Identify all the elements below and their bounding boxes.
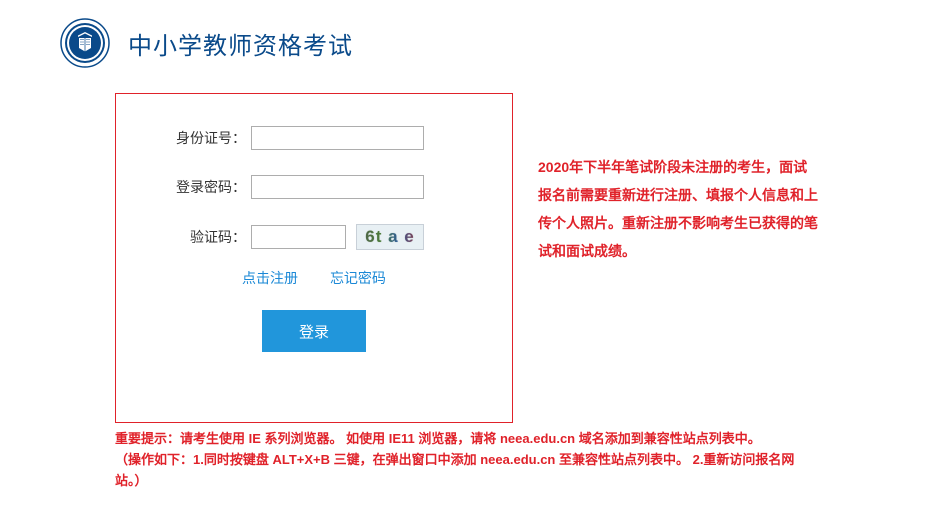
id-label: 身份证号： — [151, 128, 251, 148]
bottom-notice-line2: （操作如下：1.同时按键盘 ALT+X+B 三键，在弹出窗口中添加 neea.e… — [115, 450, 820, 492]
forgot-password-link[interactable]: 忘记密码 — [330, 270, 386, 286]
captcha-label: 验证码： — [151, 227, 251, 247]
captcha-text: 6t a e — [365, 227, 414, 247]
bottom-notice-line1: 重要提示：请考生使用 IE 系列浏览器。 如使用 IE11 浏览器，请将 nee… — [115, 429, 820, 450]
captcha-image[interactable]: 6t a e — [356, 224, 424, 250]
register-link[interactable]: 点击注册 — [242, 270, 298, 286]
site-logo-icon — [60, 18, 110, 68]
side-notice: 2020年下半年笔试阶段未注册的考生，面试报名前需要重新进行注册、填报个人信息和… — [538, 153, 818, 265]
password-input[interactable] — [251, 175, 424, 199]
login-button[interactable]: 登录 — [262, 310, 366, 352]
login-form: 身份证号： 登录密码： 验证码： 6t a e 点击注册 忘记密码 登录 — [115, 93, 513, 423]
captcha-input[interactable] — [251, 225, 346, 249]
id-input[interactable] — [251, 126, 424, 150]
page-title: 中小学教师资格考试 — [128, 26, 353, 61]
password-label: 登录密码： — [151, 177, 251, 197]
page-header: 中小学教师资格考试 — [0, 0, 935, 93]
bottom-notice: 重要提示：请考生使用 IE 系列浏览器。 如使用 IE11 浏览器，请将 nee… — [115, 423, 820, 491]
